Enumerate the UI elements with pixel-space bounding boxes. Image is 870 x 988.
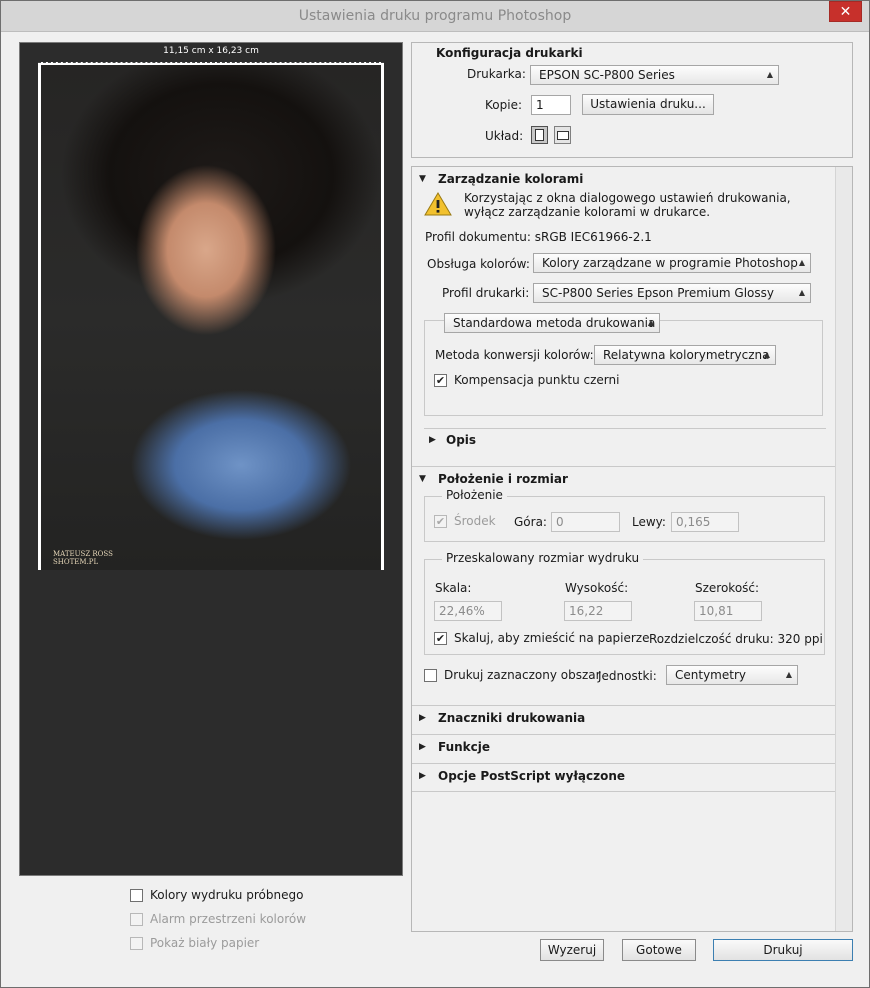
fit-to-paper-option[interactable]: ✔ Skaluj, aby zmieścić na papierze <box>434 626 650 650</box>
scale-input[interactable]: 22,46% <box>434 601 502 621</box>
print-selection-option[interactable]: Drukuj zaznaczony obszar <box>424 663 601 687</box>
scale-label: Skala: <box>435 581 472 595</box>
close-icon: ✕ <box>839 3 852 20</box>
landscape-layout-icon[interactable] <box>554 126 571 144</box>
height-input[interactable]: 16,22 <box>564 601 632 621</box>
print-settings-window: Ustawienia druku programu Photoshop ✕ 11… <box>0 0 870 988</box>
select-arrows-icon: ▲ <box>785 670 792 679</box>
paper-size-label: 11,15 cm x 16,23 cm <box>163 46 259 56</box>
reset-button[interactable]: Wyzeruj <box>540 939 604 961</box>
collapsed-triangle-icon[interactable]: ▶ <box>429 435 436 445</box>
collapsed-triangle-icon[interactable]: ▶ <box>419 742 426 752</box>
print-selection-checkbox[interactable] <box>424 668 437 682</box>
functions-heading[interactable]: Funkcje <box>438 740 490 754</box>
show-paper-white-option: Pokaż biały papier <box>130 931 306 955</box>
title-bar[interactable]: Ustawienia druku programu Photoshop ✕ <box>1 1 869 32</box>
copies-label: Kopie: <box>485 98 522 112</box>
warning-text-line1: Korzystając z okna dialogowego ustawień … <box>464 191 791 205</box>
rendering-intent-label: Metoda konwersji kolorów: <box>435 348 594 362</box>
collapsed-triangle-icon[interactable]: ▶ <box>419 771 426 781</box>
print-button[interactable]: Drukuj <box>713 939 853 961</box>
select-arrows-icon: ▲ <box>798 258 805 267</box>
printer-label: Drukarka: <box>467 67 526 81</box>
collapsed-triangle-icon[interactable]: ▶ <box>419 713 426 723</box>
scaled-size-group-label: Przeskalowany rozmiar wydruku <box>442 551 644 565</box>
units-label: Jednostki: <box>598 669 657 683</box>
close-button[interactable]: ✕ <box>829 1 862 22</box>
print-method-select[interactable]: Standardowa metoda drukowania ▲ <box>444 313 660 333</box>
print-resolution: Rozdzielczość druku: 320 ppi <box>649 632 823 646</box>
color-management-heading[interactable]: Zarządzanie kolorami <box>438 172 583 186</box>
center-checkbox: ✔ <box>434 514 447 528</box>
warning-icon <box>424 192 452 216</box>
print-settings-button[interactable]: Ustawienia druku... <box>582 94 714 115</box>
gamut-warning-checkbox <box>130 912 143 926</box>
color-handling-label: Obsługa kolorów: <box>427 257 530 271</box>
expanded-triangle-icon[interactable]: ▼ <box>419 174 426 184</box>
proof-colors-checkbox[interactable] <box>130 888 143 902</box>
top-input[interactable]: 0 <box>551 512 620 532</box>
show-paper-white-checkbox <box>130 936 143 950</box>
portrait-layout-icon[interactable] <box>531 126 548 144</box>
preview-image[interactable]: MATEUSZ ROSS SHOTEM.PL <box>41 65 381 570</box>
printer-profile-select[interactable]: SC-P800 Series Epson Premium Glossy ▲ <box>533 283 811 303</box>
proof-options: Kolory wydruku próbnego Alarm przestrzen… <box>130 883 306 955</box>
rendering-intent-select[interactable]: Relatywna kolorymetryczna ▲ <box>594 345 776 365</box>
settings-panel[interactable]: ▼ Zarządzanie kolorami Korzystając z okn… <box>411 166 853 932</box>
print-preview: 11,15 cm x 16,23 cm MATEUSZ ROSS SHOTEM.… <box>19 42 403 876</box>
black-point-option[interactable]: ✔ Kompensacja punktu czerni <box>434 368 619 392</box>
printer-select[interactable]: EPSON SC-P800 Series ▲ <box>530 65 779 85</box>
warning-text-line2: wyłącz zarządzanie kolorami w drukarce. <box>464 205 711 219</box>
select-arrows-icon: ▲ <box>766 70 773 79</box>
printable-area-border <box>38 62 384 64</box>
gamut-warning-option: Alarm przestrzeni kolorów <box>130 907 306 931</box>
select-arrows-icon: ▲ <box>647 318 654 327</box>
color-handling-select[interactable]: Kolory zarządzane w programie Photoshop … <box>533 253 811 273</box>
left-input[interactable]: 0,165 <box>671 512 739 532</box>
document-profile-label: Profil dokumentu: sRGB IEC61966-2.1 <box>425 230 652 244</box>
expanded-triangle-icon[interactable]: ▼ <box>419 474 426 484</box>
layout-label: Układ: <box>485 129 524 143</box>
window-title: Ustawienia druku programu Photoshop <box>298 8 572 24</box>
black-point-checkbox[interactable]: ✔ <box>434 373 447 387</box>
postscript-heading[interactable]: Opcje PostScript wyłączone <box>438 769 625 783</box>
printer-setup-heading: Konfiguracja drukarki <box>436 46 583 60</box>
top-label: Góra: <box>514 515 547 529</box>
height-label: Wysokość: <box>565 581 629 595</box>
copies-input[interactable]: 1 <box>531 95 571 115</box>
proof-colors-option[interactable]: Kolory wydruku próbnego <box>130 883 306 907</box>
document-profile-value: sRGB IEC61966-2.1 <box>534 230 652 244</box>
left-label: Lewy: <box>632 515 666 529</box>
position-size-heading[interactable]: Położenie i rozmiar <box>438 472 568 486</box>
printer-profile-label: Profil drukarki: <box>442 286 530 300</box>
width-label: Szerokość: <box>695 581 760 595</box>
center-option: ✔ Środek <box>434 514 496 528</box>
settings-scrollbar[interactable] <box>835 167 852 931</box>
select-arrows-icon: ▲ <box>798 288 805 297</box>
description-heading[interactable]: Opis <box>446 433 476 447</box>
fit-to-paper-checkbox[interactable]: ✔ <box>434 631 447 645</box>
image-watermark: MATEUSZ ROSS SHOTEM.PL <box>53 550 113 566</box>
units-select[interactable]: Centymetry ▲ <box>666 665 798 685</box>
done-button[interactable]: Gotowe <box>622 939 696 961</box>
printer-setup-section: Konfiguracja drukarki Drukarka: EPSON SC… <box>411 42 853 158</box>
width-input[interactable]: 10,81 <box>694 601 762 621</box>
select-arrows-icon: ▲ <box>763 350 770 359</box>
paper-sheet: MATEUSZ ROSS SHOTEM.PL <box>38 62 384 570</box>
position-group-label: Położenie <box>442 488 507 502</box>
print-marks-heading[interactable]: Znaczniki drukowania <box>438 711 585 725</box>
